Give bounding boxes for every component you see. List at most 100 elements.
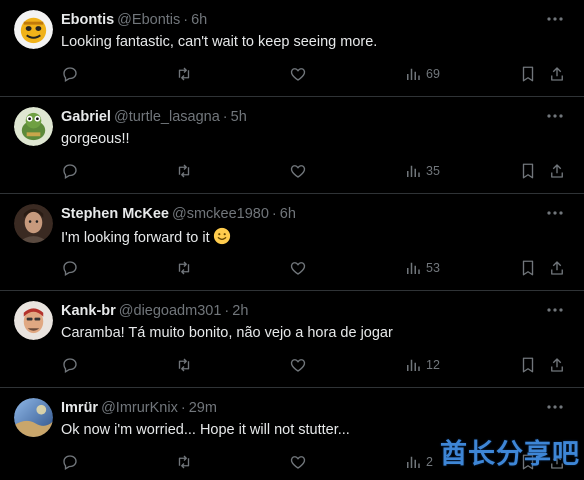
view-count: 12 [426, 358, 440, 372]
more-icon[interactable] [546, 303, 564, 317]
retweet-button[interactable] [175, 257, 193, 279]
bookmark-button[interactable] [519, 160, 537, 182]
reply-button[interactable] [61, 160, 79, 182]
author-handle[interactable]: @smckee1980 [172, 206, 269, 222]
views-button[interactable]: 69 [404, 63, 440, 85]
like-button[interactable] [289, 257, 307, 279]
view-count: 69 [426, 67, 440, 81]
reply-item[interactable]: Stephen McKee @smckee1980 · 6h I'm looking … [0, 194, 584, 291]
timestamp[interactable]: 6h [280, 206, 296, 222]
separator-dot: · [222, 109, 228, 125]
reply-icon [63, 358, 77, 373]
reply-button[interactable] [61, 257, 79, 279]
views-icon [407, 456, 420, 468]
separator-dot: · [180, 400, 186, 416]
share-button[interactable] [548, 63, 566, 85]
views-icon [407, 262, 420, 274]
timestamp[interactable]: 5h [231, 109, 247, 125]
more-icon[interactable] [546, 206, 564, 220]
retweet-icon [178, 358, 190, 372]
retweet-button[interactable] [175, 63, 193, 85]
separator-dot: · [224, 303, 230, 319]
view-count: 2 [426, 455, 433, 469]
views-icon [407, 359, 420, 371]
watermark: 酋长分享吧 [440, 439, 580, 469]
avatar[interactable] [14, 398, 53, 437]
avatar[interactable] [14, 301, 53, 340]
retweet-button[interactable] [175, 354, 193, 376]
reply-item[interactable]: Gabriel @turtle_lasagna · 5h gorgeous!! 35 [0, 97, 584, 194]
reply-text: Ok now i'm worried... Hope it will not s… [61, 422, 350, 438]
like-icon [290, 456, 306, 469]
bookmark-button[interactable] [519, 354, 537, 376]
retweet-button[interactable] [175, 451, 193, 473]
author-name[interactable]: Stephen McKee [61, 206, 169, 222]
reply-header: Stephen McKee @smckee1980 · 6h [61, 205, 296, 223]
action-bar: 69 [0, 63, 584, 85]
smiley-emoji-icon [213, 227, 230, 245]
action-bar: 53 [0, 257, 584, 279]
avatar[interactable] [14, 204, 53, 243]
reply-icon [63, 67, 77, 82]
author-name[interactable]: Gabriel [61, 109, 111, 125]
share-button[interactable] [548, 257, 566, 279]
timestamp[interactable]: 29m [189, 400, 217, 416]
more-icon[interactable] [546, 12, 564, 26]
reply-text: Caramba! Tá muito bonito, não vejo a hor… [61, 325, 393, 341]
views-icon [407, 68, 420, 80]
reply-item[interactable]: Kank-br @diegoadm301 · 2h Caramba! Tá muito… [0, 291, 584, 388]
bookmark-icon [522, 163, 534, 179]
like-button[interactable] [289, 160, 307, 182]
share-button[interactable] [548, 354, 566, 376]
author-name[interactable]: Imrür [61, 400, 98, 416]
like-icon [290, 68, 306, 81]
more-icon[interactable] [546, 400, 564, 414]
share-icon [551, 67, 563, 81]
reply-button[interactable] [61, 63, 79, 85]
views-button[interactable]: 53 [404, 257, 440, 279]
reply-button[interactable] [61, 451, 79, 473]
share-icon [551, 164, 563, 178]
author-handle[interactable]: @turtle_lasagna [114, 109, 220, 125]
timestamp[interactable]: 2h [232, 303, 248, 319]
retweet-icon [178, 164, 190, 178]
avatar[interactable] [14, 10, 53, 49]
reply-icon [63, 455, 77, 470]
reply-text-content: I'm looking forward to it [61, 230, 210, 246]
author-name[interactable]: Ebontis [61, 12, 114, 28]
like-icon [290, 359, 306, 372]
reply-header: Imrür @ImrurKnix · 29m [61, 399, 217, 417]
more-icon[interactable] [546, 109, 564, 123]
bookmark-icon [522, 66, 534, 82]
timestamp[interactable]: 6h [191, 12, 207, 28]
author-handle[interactable]: @ImrurKnix [101, 400, 178, 416]
views-icon [407, 165, 420, 177]
retweet-icon [178, 261, 190, 275]
reply-text: I'm looking forward to it [61, 227, 231, 247]
views-button[interactable]: 35 [404, 160, 440, 182]
share-button[interactable] [548, 160, 566, 182]
share-icon [551, 358, 563, 372]
action-bar: 35 [0, 160, 584, 182]
reply-header: Gabriel @turtle_lasagna · 5h [61, 108, 247, 126]
like-button[interactable] [289, 354, 307, 376]
author-handle[interactable]: @Ebontis [117, 12, 180, 28]
bookmark-button[interactable] [519, 63, 537, 85]
like-button[interactable] [289, 451, 307, 473]
like-button[interactable] [289, 63, 307, 85]
views-button[interactable]: 12 [404, 354, 440, 376]
avatar[interactable] [14, 107, 53, 146]
share-icon [551, 261, 563, 275]
separator-dot: · [271, 206, 277, 222]
reply-button[interactable] [61, 354, 79, 376]
retweet-button[interactable] [175, 160, 193, 182]
reply-item[interactable]: Ebontis @Ebontis · 6h Looking fantastic, ca… [0, 0, 584, 97]
views-button[interactable]: 2 [404, 451, 433, 473]
view-count: 53 [426, 261, 440, 275]
like-icon [290, 165, 306, 178]
bookmark-button[interactable] [519, 257, 537, 279]
author-name[interactable]: Kank-br [61, 303, 116, 319]
author-handle[interactable]: @diegoadm301 [119, 303, 222, 319]
action-bar: 12 [0, 354, 584, 376]
like-icon [290, 262, 306, 275]
